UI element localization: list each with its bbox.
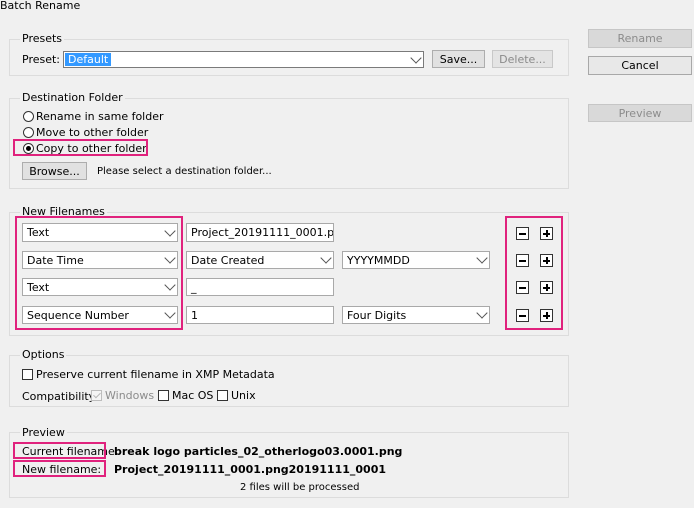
- radio-move-other-folder[interactable]: [23, 127, 34, 138]
- unix-checkbox[interactable]: [217, 390, 228, 401]
- window-title: Batch Rename: [0, 0, 81, 12]
- highlight-add-remove-column: [505, 216, 563, 330]
- radio-label-move-other: Move to other folder: [36, 126, 149, 139]
- highlight-current-label: [13, 442, 106, 459]
- radio-label-rename-same: Rename in same folder: [36, 110, 164, 123]
- chevron-down-icon: [320, 252, 332, 264]
- highlight-new-label: [13, 460, 106, 477]
- sequence-digits-select[interactable]: Four Digits: [342, 306, 490, 324]
- date-format-value: YYYYMMDD: [347, 253, 410, 267]
- highlight-copy-option: [13, 139, 148, 156]
- sequence-start-input[interactable]: 1: [186, 306, 334, 324]
- preset-value: Default: [65, 53, 112, 66]
- preset-label: Preset:: [22, 53, 61, 66]
- date-format-select[interactable]: YYYYMMDD: [342, 251, 490, 269]
- date-source-select[interactable]: Date Created: [186, 251, 334, 269]
- save-preset-button[interactable]: Save...: [432, 50, 485, 68]
- chevron-down-icon: [410, 51, 422, 64]
- sequence-digits-value: Four Digits: [347, 308, 407, 322]
- chevron-down-icon: [476, 307, 488, 319]
- preset-select[interactable]: Default: [63, 51, 424, 68]
- date-source-value: Date Created: [191, 253, 265, 267]
- unix-label: Unix: [231, 389, 256, 402]
- preserve-filename-label: Preserve current filename in XMP Metadat…: [36, 368, 275, 381]
- macos-label: Mac OS: [172, 389, 214, 402]
- browse-button[interactable]: Browse...: [22, 162, 87, 180]
- new-filename-value: Project_20191111_0001.png20191111_0001: [114, 463, 387, 476]
- highlight-type-column: [15, 216, 183, 330]
- preview-button[interactable]: Preview: [588, 104, 692, 122]
- destination-legend: Destination Folder: [20, 91, 125, 104]
- windows-label: Windows: [105, 389, 155, 402]
- radio-rename-same-folder[interactable]: [23, 111, 34, 122]
- options-legend: Options: [20, 348, 67, 361]
- chevron-down-icon: [476, 252, 488, 264]
- cancel-button[interactable]: Cancel: [588, 56, 692, 75]
- destination-hint: Please select a destination folder...: [97, 166, 272, 177]
- preview-legend: Preview: [20, 426, 67, 439]
- filename-text-input-1[interactable]: Project_20191111_0001.png: [186, 223, 334, 242]
- presets-legend: Presets: [20, 32, 65, 45]
- windows-checkbox[interactable]: [91, 390, 102, 401]
- compatibility-label: Compatibility:: [22, 390, 99, 403]
- current-filename-value: break logo particles_02_otherlogo03.0001…: [114, 445, 403, 458]
- rename-button[interactable]: Rename: [588, 29, 692, 48]
- preserve-filename-checkbox[interactable]: [22, 369, 33, 380]
- filename-text-input-3[interactable]: _: [186, 278, 334, 296]
- delete-preset-button[interactable]: Delete...: [492, 50, 553, 68]
- files-count: 2 files will be processed: [240, 482, 360, 493]
- macos-checkbox[interactable]: [158, 390, 169, 401]
